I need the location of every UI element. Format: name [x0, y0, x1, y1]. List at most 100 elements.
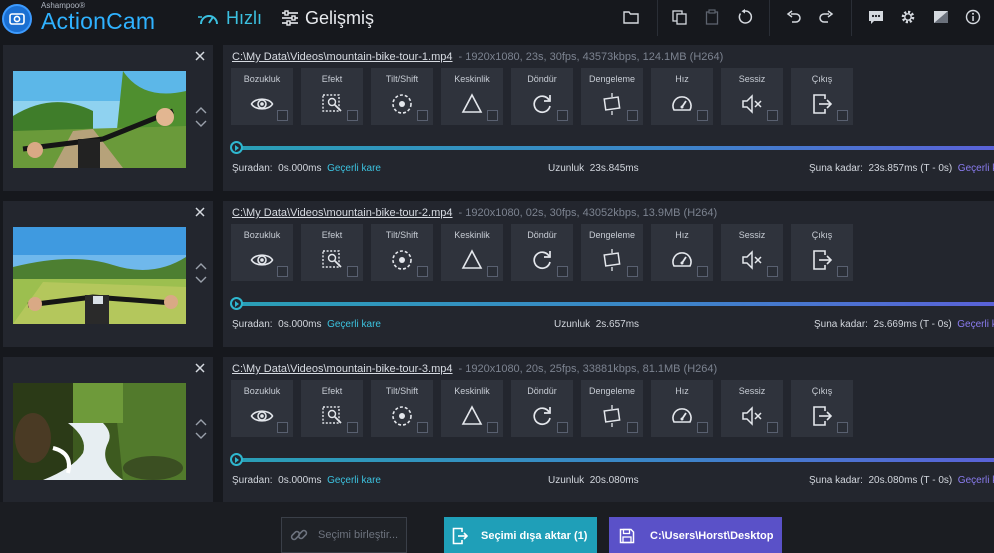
effect-checkbox[interactable]: [487, 110, 498, 121]
effect-checkbox[interactable]: [277, 266, 288, 277]
effect-checkbox[interactable]: [837, 422, 848, 433]
remove-clip-icon[interactable]: [193, 205, 207, 219]
effect-checkbox[interactable]: [487, 422, 498, 433]
effect-checkbox[interactable]: [417, 266, 428, 277]
display-button[interactable]: [929, 6, 953, 28]
effect-tile-speed[interactable]: Hız: [651, 68, 713, 125]
effect-checkbox[interactable]: [417, 110, 428, 121]
effect-checkbox[interactable]: [557, 110, 568, 121]
effect-tile-speed[interactable]: Hız: [651, 380, 713, 437]
from-current-frame-link[interactable]: Geçerli kare: [327, 163, 381, 174]
remove-clip-icon[interactable]: [193, 361, 207, 375]
effect-checkbox[interactable]: [837, 110, 848, 121]
effect-tile-mute[interactable]: Sessiz: [721, 380, 783, 437]
effect-tile-rotate[interactable]: Döndür: [511, 224, 573, 281]
effect-tile-exit[interactable]: Çıkış: [791, 68, 853, 125]
clip-thumbnail[interactable]: [13, 383, 186, 480]
effect-checkbox[interactable]: [767, 110, 778, 121]
effect-tile-sharpness[interactable]: Keskinlik: [441, 380, 503, 437]
effect-tile-effect[interactable]: Efekt: [301, 224, 363, 281]
clip-thumbnail[interactable]: [13, 71, 186, 168]
clip-file-path-link[interactable]: C:\My Data\Videos\mountain-bike-tour-3.m…: [232, 363, 453, 375]
trim-start-handle[interactable]: [230, 453, 243, 466]
from-current-frame-link[interactable]: Geçerli kare: [327, 475, 381, 486]
effect-checkbox[interactable]: [417, 422, 428, 433]
effect-tile-eye[interactable]: Bozukluk: [231, 224, 293, 281]
effect-tile-sharpness[interactable]: Keskinlik: [441, 224, 503, 281]
effect-tile-exit[interactable]: Çıkış: [791, 224, 853, 281]
clip-thumbnail[interactable]: [13, 227, 186, 324]
undo-button[interactable]: [782, 6, 806, 28]
effect-checkbox[interactable]: [347, 422, 358, 433]
move-up-icon[interactable]: [194, 418, 208, 427]
move-down-icon[interactable]: [194, 119, 208, 128]
effect-checkbox[interactable]: [557, 422, 568, 433]
clip-file-path-link[interactable]: C:\My Data\Videos\mountain-bike-tour-2.m…: [232, 207, 453, 219]
effect-checkbox[interactable]: [697, 110, 708, 121]
to-current-frame-link[interactable]: Geçerli kare: [957, 319, 994, 330]
move-down-icon[interactable]: [194, 431, 208, 440]
effect-tile-mute[interactable]: Sessiz: [721, 68, 783, 125]
toolbar-divider: [851, 0, 852, 36]
effect-checkbox[interactable]: [837, 266, 848, 277]
mode-fast-tab[interactable]: Hızlı: [198, 6, 262, 30]
clip-file-path-link[interactable]: C:\My Data\Videos\mountain-bike-tour-1.m…: [232, 51, 453, 63]
effect-checkbox[interactable]: [627, 110, 638, 121]
move-up-icon[interactable]: [194, 262, 208, 271]
paste-button[interactable]: [700, 6, 724, 28]
effect-tile-tilt-shift[interactable]: Tilt/Shift: [371, 224, 433, 281]
effect-tile-rotate[interactable]: Döndür: [511, 380, 573, 437]
trim-timeline[interactable]: [236, 458, 994, 462]
effect-checkbox[interactable]: [627, 422, 638, 433]
feedback-button[interactable]: [864, 6, 888, 28]
remove-clip-icon[interactable]: [193, 49, 207, 63]
effect-tile-tilt-shift[interactable]: Tilt/Shift: [371, 68, 433, 125]
to-current-frame-link[interactable]: Geçerli kare: [958, 475, 994, 486]
reset-button[interactable]: [733, 6, 757, 28]
from-current-frame-link[interactable]: Geçerli kare: [327, 319, 381, 330]
effect-tile-speed[interactable]: Hız: [651, 224, 713, 281]
merge-selection-button[interactable]: Seçimi birleştir...: [281, 517, 407, 553]
mode-advanced-tab[interactable]: Gelişmiş: [281, 6, 374, 30]
effect-checkbox[interactable]: [557, 266, 568, 277]
effect-checkbox[interactable]: [347, 110, 358, 121]
effect-tile-mute[interactable]: Sessiz: [721, 224, 783, 281]
effect-label: Efekt: [321, 230, 343, 240]
effect-checkbox[interactable]: [347, 266, 358, 277]
effect-tile-sharpness[interactable]: Keskinlik: [441, 68, 503, 125]
effect-checkbox[interactable]: [627, 266, 638, 277]
trim-start-handle[interactable]: [230, 297, 243, 310]
effect-tile-stabilize[interactable]: Dengeleme: [581, 380, 643, 437]
export-selection-button[interactable]: Seçimi dışa aktar (1): [444, 517, 597, 553]
output-folder-button[interactable]: C:\Users\Horst\Desktop: [609, 517, 782, 553]
effect-checkbox[interactable]: [697, 266, 708, 277]
trim-timeline[interactable]: [236, 302, 994, 306]
effect-tile-eye[interactable]: Bozukluk: [231, 380, 293, 437]
effect-checkbox[interactable]: [767, 422, 778, 433]
trim-timeline[interactable]: [236, 146, 994, 150]
effect-checkbox[interactable]: [487, 266, 498, 277]
info-button[interactable]: [961, 6, 985, 28]
effect-tile-stabilize[interactable]: Dengeleme: [581, 68, 643, 125]
effect-tile-rotate[interactable]: Döndür: [511, 68, 573, 125]
effect-checkbox[interactable]: [697, 422, 708, 433]
trim-start-handle[interactable]: [230, 141, 243, 154]
move-down-icon[interactable]: [194, 275, 208, 284]
effect-tile-stabilize[interactable]: Dengeleme: [581, 224, 643, 281]
effect-tile-effect[interactable]: Efekt: [301, 68, 363, 125]
effect-tile-effect[interactable]: Efekt: [301, 380, 363, 437]
to-current-frame-link[interactable]: Geçerli kare: [958, 163, 994, 174]
effect-label: Sessiz: [738, 386, 766, 396]
from-label: Şuradan:: [232, 475, 273, 486]
effect-tile-tilt-shift[interactable]: Tilt/Shift: [371, 380, 433, 437]
effect-checkbox[interactable]: [277, 110, 288, 121]
effect-checkbox[interactable]: [277, 422, 288, 433]
effect-tile-eye[interactable]: Bozukluk: [231, 68, 293, 125]
redo-button[interactable]: [814, 6, 838, 28]
effect-checkbox[interactable]: [767, 266, 778, 277]
copy-button[interactable]: [667, 6, 691, 28]
open-folder-button[interactable]: [619, 6, 643, 28]
effect-tile-exit[interactable]: Çıkış: [791, 380, 853, 437]
move-up-icon[interactable]: [194, 106, 208, 115]
settings-button[interactable]: [896, 6, 920, 28]
